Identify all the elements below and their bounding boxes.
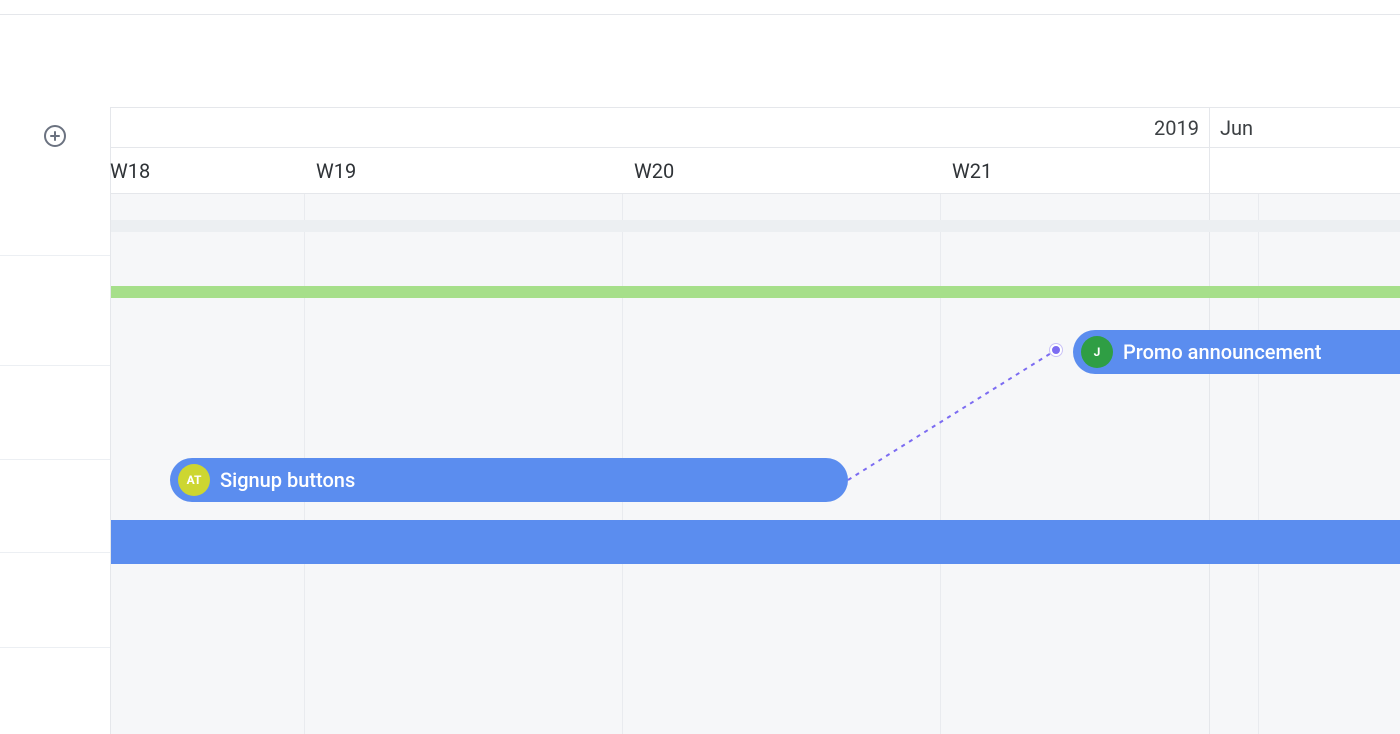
week-cell[interactable]: W (1388, 148, 1400, 194)
gutter-row-sep (0, 459, 110, 460)
task-label: Signup buttons (220, 468, 355, 492)
week-separator (940, 194, 941, 734)
timeline-year-month-header: 2019 Jun (111, 108, 1400, 148)
week-cell[interactable]: W18 (98, 148, 304, 194)
year-label: 2019 (111, 108, 1209, 148)
avatar-initials: J (1094, 345, 1101, 359)
dependency-endpoint[interactable] (1050, 344, 1062, 356)
week-separator (1258, 194, 1259, 734)
left-gutter (0, 107, 111, 734)
timeline-week-header: W18 W19 W20 W21 W (111, 148, 1400, 194)
row-placeholder-strip (111, 220, 1400, 232)
assignee-avatar: AT (178, 464, 210, 496)
task-bar-promo[interactable]: J Promo announcement (1073, 330, 1400, 374)
group-bar-green[interactable] (111, 286, 1400, 298)
task-bar-signup[interactable]: AT Signup buttons (170, 458, 848, 502)
add-row-button[interactable] (41, 122, 69, 150)
week-cell[interactable]: W21 (940, 148, 1258, 194)
assignee-avatar: J (1081, 336, 1113, 368)
month-separator (1209, 108, 1210, 734)
task-label: Promo announcement (1123, 340, 1321, 364)
gutter-row-sep (0, 552, 110, 553)
month-cell[interactable]: Jun (1209, 108, 1400, 148)
timeline-area[interactable]: 2019 Jun W18 W19 W20 W21 W J Promo annou… (111, 107, 1400, 734)
week-cell[interactable]: W19 (304, 148, 622, 194)
plus-circle-icon (43, 124, 67, 148)
gutter-row-sep (0, 255, 110, 256)
week-cell[interactable]: W20 (622, 148, 940, 194)
task-bar-wide[interactable] (111, 520, 1400, 564)
gutter-row-sep (0, 365, 110, 366)
avatar-initials: AT (187, 473, 202, 487)
gutter-row-sep (0, 647, 110, 648)
top-divider (0, 14, 1400, 15)
